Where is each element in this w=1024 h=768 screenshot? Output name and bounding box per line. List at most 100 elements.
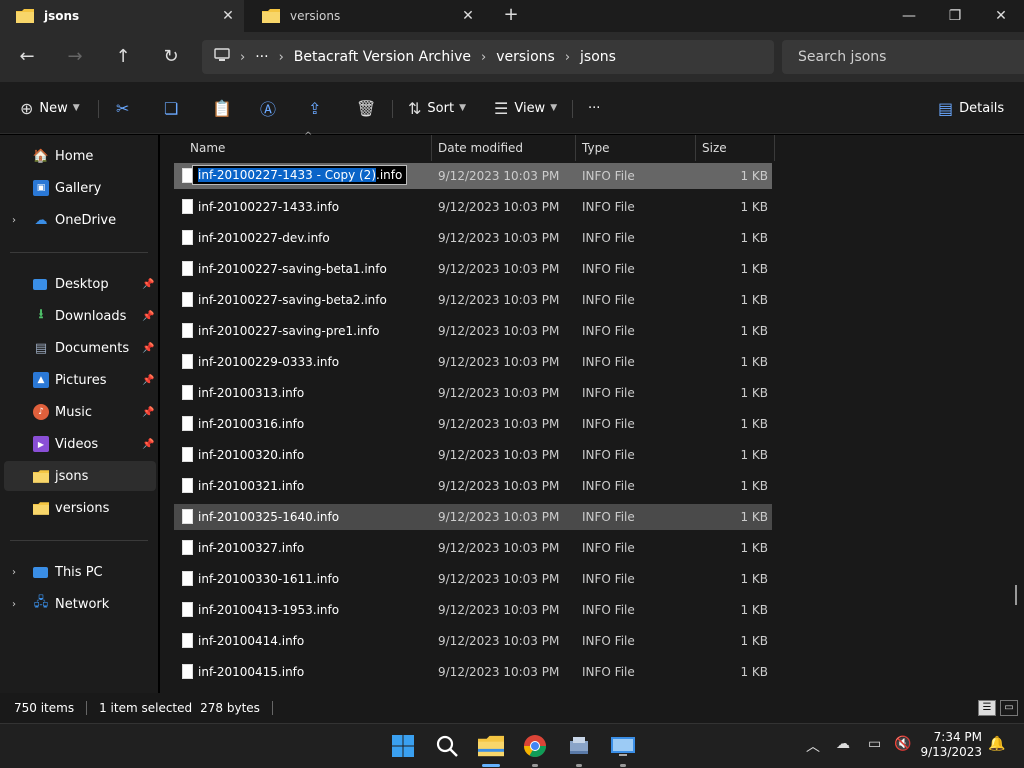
table-row[interactable]: inf-20100316.info 9/12/2023 10:03 PM INFO … xyxy=(174,411,772,437)
table-row[interactable]: inf-20100227-1433.info 9/12/2023 10:03 PM… xyxy=(174,194,772,220)
pin-icon[interactable]: 📌 xyxy=(142,311,154,322)
sidebar-item-jsons[interactable]: jsons xyxy=(4,461,156,491)
share-button[interactable]: ⇪ xyxy=(308,96,321,120)
sidebar-item-videos[interactable]: ▶ Videos 📌 xyxy=(0,429,156,459)
chevron-right-icon[interactable]: › xyxy=(481,50,486,65)
breadcrumb-versions[interactable]: versions xyxy=(496,49,555,65)
column-header-type[interactable]: Type xyxy=(574,135,694,161)
sidebar-item-home[interactable]: 🏠 Home xyxy=(0,141,156,171)
chevron-up-icon[interactable]: ︿ xyxy=(806,736,820,756)
table-row[interactable]: inf-20100227-saving-beta2.info 9/12/2023 … xyxy=(174,287,772,313)
onedrive-sync-icon[interactable]: ☁ xyxy=(836,736,850,752)
tiles-view-icon[interactable]: ▭ xyxy=(1000,700,1018,716)
sidebar-item-versions[interactable]: versions xyxy=(0,493,156,523)
file-name: inf-20100414.info xyxy=(198,634,305,648)
pin-icon[interactable]: 📌 xyxy=(142,279,154,290)
table-row[interactable]: inf-20100227-dev.info 9/12/2023 10:03 PM I… xyxy=(174,225,772,251)
clipboard-icon: 📋 xyxy=(212,98,232,118)
chevron-right-icon[interactable]: › xyxy=(12,567,16,578)
table-row[interactable]: inf-20100330-1611.info 9/12/2023 10:03 PM… xyxy=(174,566,772,592)
sidebar-item-music[interactable]: ♪ Music 📌 xyxy=(0,397,156,427)
address-bar[interactable]: › ··· › Betacraft Version Archive › vers… xyxy=(202,40,774,74)
table-row[interactable]: inf-20100321.info 9/12/2023 10:03 PM INFO … xyxy=(174,473,772,499)
table-row[interactable]: inf-20100415.info 9/12/2023 10:03 PM INFO … xyxy=(174,659,772,685)
pin-icon[interactable]: 📌 xyxy=(142,375,154,386)
close-window-icon[interactable]: ✕ xyxy=(978,0,1024,32)
delete-button[interactable]: 🗑 xyxy=(356,96,376,120)
forward-arrow-icon[interactable]: → xyxy=(62,45,88,69)
rename-input[interactable]: inf-20100227-1433 - Copy (2) .info xyxy=(192,165,407,185)
file-date: 9/12/2023 10:03 PM xyxy=(438,479,560,493)
sidebar-item-desktop[interactable]: Desktop 📌 xyxy=(0,269,156,299)
table-row[interactable]: inf-20100414.info 9/12/2023 10:03 PM INFO … xyxy=(174,628,772,654)
sort-button[interactable]: ⇅ Sort ▼ xyxy=(408,96,466,120)
sidebar-item-pictures[interactable]: ▲ Pictures 📌 xyxy=(0,365,156,395)
chevron-right-icon[interactable]: › xyxy=(240,50,245,65)
table-row[interactable]: inf-20100227-saving-pre1.info 9/12/2023 1… xyxy=(174,318,772,344)
table-row[interactable]: inf-20100325-1640.info 9/12/2023 10:03 PM… xyxy=(174,504,772,530)
volume-muted-icon[interactable]: 🔇 xyxy=(894,736,911,752)
rename-button[interactable]: Ⓐ xyxy=(260,96,276,120)
paste-button[interactable]: 📋 xyxy=(212,96,232,120)
breadcrumb-betacraft[interactable]: Betacraft Version Archive xyxy=(294,49,471,65)
table-row[interactable]: inf-20100320.info 9/12/2023 10:03 PM INFO … xyxy=(174,442,772,468)
network-icon: 🖧 xyxy=(33,595,49,610)
pin-icon[interactable]: 📌 xyxy=(142,439,154,450)
sidebar-item-documents[interactable]: ▤ Documents 📌 xyxy=(0,333,156,363)
new-button[interactable]: ⊕ New ▼ xyxy=(20,96,80,120)
notification-bell-icon[interactable]: 🔔 xyxy=(988,736,1005,752)
app-installer-icon[interactable] xyxy=(565,732,593,760)
remote-desktop-icon[interactable] xyxy=(609,732,637,760)
column-header-size[interactable]: Size xyxy=(694,135,774,161)
table-row[interactable]: inf-20100327.info 9/12/2023 10:03 PM INFO … xyxy=(174,535,772,561)
new-tab-button[interactable]: + xyxy=(498,4,524,28)
sidebar-item-network[interactable]: › 🖧 Network xyxy=(0,589,156,619)
chevron-right-icon[interactable]: › xyxy=(279,50,284,65)
file-explorer-icon[interactable] xyxy=(477,732,505,760)
back-arrow-icon[interactable]: ← xyxy=(14,45,40,69)
column-header-date[interactable]: Date modified xyxy=(430,135,574,161)
pin-icon[interactable]: 📌 xyxy=(142,343,154,354)
clock[interactable]: 7:34 PM 9/13/2023 xyxy=(920,730,982,760)
file-date: 9/12/2023 10:03 PM xyxy=(438,572,560,586)
more-options-button[interactable]: ··· xyxy=(588,96,600,120)
table-row[interactable]: inf-20100229-0333.info 9/12/2023 10:03 PM… xyxy=(174,349,772,375)
table-row[interactable]: inf-20100227-1433 - Copy (2) .info 9/12/20… xyxy=(174,163,772,189)
cut-button[interactable]: ✂ xyxy=(116,96,129,120)
details-button[interactable]: ▤ Details xyxy=(938,96,1004,120)
table-row[interactable]: inf-20100313.info 9/12/2023 10:03 PM INFO … xyxy=(174,380,772,406)
tab-jsons[interactable]: jsons ✕ xyxy=(0,0,244,32)
search-input[interactable]: Search jsons xyxy=(782,40,1024,74)
search-icon[interactable] xyxy=(433,732,461,760)
table-row[interactable]: inf-20100227-saving-beta1.info 9/12/2023 … xyxy=(174,256,772,282)
close-tab-icon[interactable]: ✕ xyxy=(452,8,484,24)
file-name: inf-20100313.info xyxy=(198,386,305,400)
sidebar-item-onedrive[interactable]: › ☁ OneDrive xyxy=(0,205,156,235)
chevron-right-icon[interactable]: › xyxy=(12,215,16,226)
windows-start-icon[interactable] xyxy=(389,732,417,760)
table-row[interactable]: inf-20100413-1953.info 9/12/2023 10:03 PM… xyxy=(174,597,772,623)
sidebar-item-gallery[interactable]: ▣ Gallery xyxy=(0,173,156,203)
file-size: 1 KB xyxy=(740,448,768,462)
chevron-right-icon[interactable]: › xyxy=(12,599,16,610)
breadcrumb-more[interactable]: ··· xyxy=(255,49,268,65)
up-arrow-icon[interactable]: ↑ xyxy=(110,45,136,69)
copy-button[interactable]: ❏ xyxy=(164,96,178,120)
sidebar-item-this-pc[interactable]: › This PC xyxy=(0,557,156,587)
minimize-icon[interactable]: — xyxy=(886,0,932,32)
computer-icon[interactable] xyxy=(214,48,230,66)
file-name: inf-20100227-saving-beta1.info xyxy=(198,262,387,276)
chrome-icon[interactable] xyxy=(521,732,549,760)
pin-icon[interactable]: 📌 xyxy=(142,407,154,418)
close-tab-icon[interactable]: ✕ xyxy=(212,8,244,24)
network-status-icon[interactable]: ▭ xyxy=(868,736,881,752)
refresh-icon[interactable]: ↻ xyxy=(158,45,184,69)
view-button[interactable]: ☰ View ▼ xyxy=(494,96,557,120)
maximize-icon[interactable]: ❐ xyxy=(932,0,978,32)
vertical-scrollbar[interactable] xyxy=(1015,585,1017,605)
sidebar-item-downloads[interactable]: ⭳ Downloads 📌 xyxy=(0,301,156,331)
breadcrumb-jsons[interactable]: jsons xyxy=(580,49,616,65)
chevron-right-icon[interactable]: › xyxy=(565,50,570,65)
tab-versions[interactable]: versions ✕ xyxy=(246,0,484,32)
details-view-icon[interactable]: ☰ xyxy=(978,700,996,716)
